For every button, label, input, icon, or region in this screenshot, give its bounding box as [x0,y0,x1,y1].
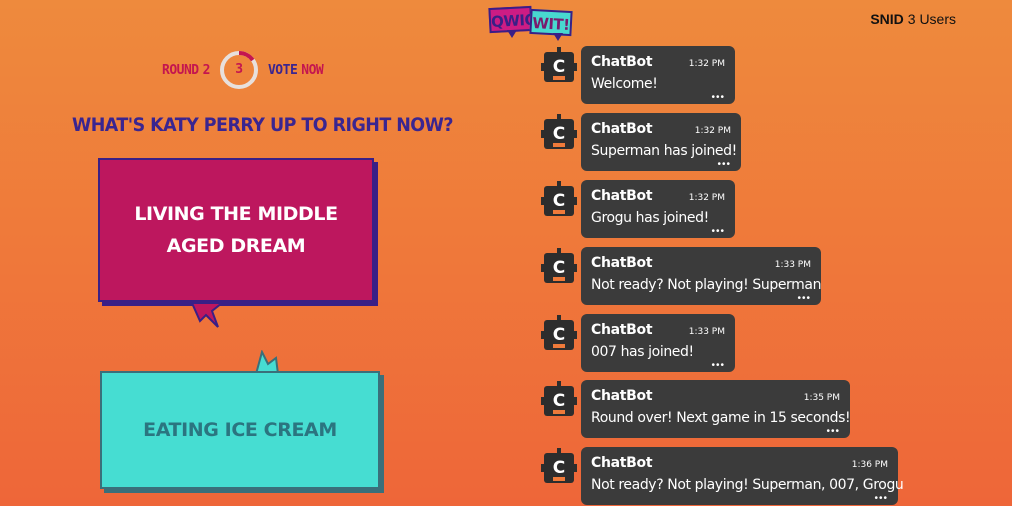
chat-bubble: ChatBot 1:33 PM 007 has joined! ••• [581,314,735,372]
vote-label: VOTE [267,62,298,78]
message-options-icon[interactable]: ••• [711,361,725,371]
message-time: 1:36 PM [851,460,888,470]
username: SNID [870,11,904,27]
message-options-icon[interactable]: ••• [797,294,811,304]
answer-card-2-face[interactable]: EATING ICE CREAM [100,371,380,489]
logo-tail-left [507,30,517,38]
chat-bubble: ChatBot 1:32 PM Welcome! ••• [581,46,735,104]
chat-bubble: ChatBot 1:36 PM Not ready? Not playing! … [581,447,904,505]
answer-card-1[interactable]: LIVING THE MIDDLE AGED DREAM [98,158,378,306]
message-text: Superman has joined! [591,143,737,159]
message-time: 1:32 PM [694,126,731,136]
answer-1-text: LIVING THE MIDDLE AGED DREAM [134,203,338,257]
round-label: ROUND [162,62,199,78]
message-time: 1:32 PM [688,59,725,69]
message-sender: ChatBot [591,455,653,471]
message-text: Grogu has joined! [591,210,709,226]
chatbot-avatar-icon: C [541,181,577,216]
timer-value: 3 [235,62,243,77]
logo-part-wit: WIT! [529,8,573,37]
message-time: 1:33 PM [688,327,725,337]
message-time: 1:33 PM [774,260,811,270]
answer-card-2[interactable]: EATING ICE CREAM [100,371,384,493]
message-options-icon[interactable]: ••• [874,494,888,504]
message-sender: ChatBot [591,388,653,404]
chatbot-avatar-icon: C [541,448,577,483]
chatbot-avatar-icon: C [541,315,577,350]
chat-bubble: ChatBot 1:32 PM Grogu has joined! ••• [581,180,735,238]
message-options-icon[interactable]: ••• [826,427,840,437]
message-text: Round over! Next game in 15 seconds! [591,410,851,426]
chatbot-avatar-icon: C [541,47,577,82]
user-count: 3 Users [907,11,956,27]
message-time: 1:35 PM [803,393,840,403]
answer-card-1-face[interactable]: LIVING THE MIDDLE AGED DREAM [98,158,374,302]
chatbot-avatar-icon: C [541,381,577,416]
answer-2-text: EATING ICE CREAM [143,419,337,441]
message-options-icon[interactable]: ••• [711,227,725,237]
message-text: Not ready? Not playing! Superman [591,277,822,293]
chat-bubble: ChatBot 1:35 PM Round over! Next game in… [581,380,851,438]
round-status: ROUND 2 3 VOTE NOW [162,50,324,90]
message-time: 1:32 PM [688,193,725,203]
chatbot-avatar-icon: C [541,248,577,283]
answer-card-1-tail [192,303,224,328]
message-text: Welcome! [591,76,658,92]
now-label: NOW [301,62,324,78]
qwiqwit-logo: QWIQ WIT! [488,5,575,41]
message-text: 007 has joined! [591,344,694,360]
logo-tail-right [553,33,563,41]
question-prompt: WHAT'S KATY PERRY UP TO RIGHT NOW? [72,114,453,136]
countdown-timer: 3 [219,50,259,90]
chat-bubble: ChatBot 1:32 PM Superman has joined! ••• [581,113,741,171]
chat-bubble: ChatBot 1:33 PM Not ready? Not playing! … [581,247,821,305]
user-info: SNID 3 Users [870,11,956,27]
chatbot-avatar-icon: C [541,114,577,149]
message-options-icon[interactable]: ••• [717,160,731,170]
round-number: 2 [202,62,211,78]
message-text: Not ready? Not playing! Superman, 007, G… [591,477,904,493]
message-options-icon[interactable]: ••• [711,93,725,103]
